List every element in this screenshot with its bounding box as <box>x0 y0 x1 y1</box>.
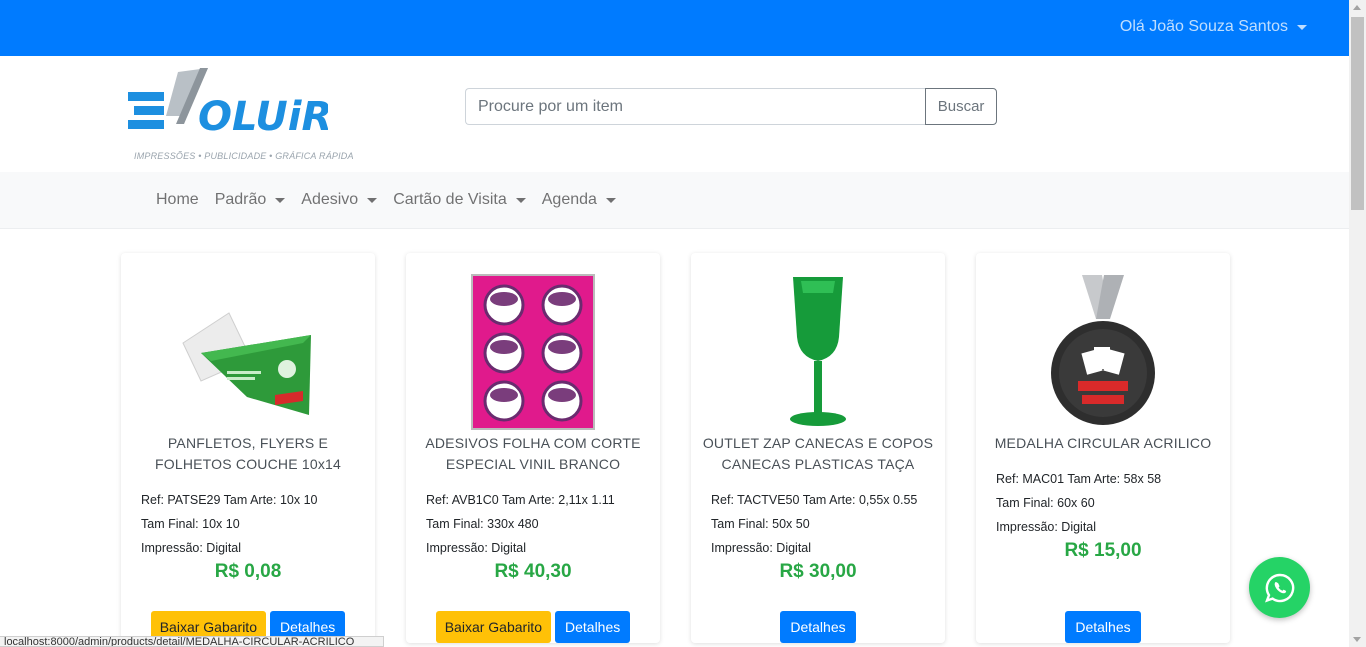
nav-agenda-label: Agenda <box>541 191 597 208</box>
product-final-size: Tam Final: 60x 60 <box>996 496 1095 510</box>
nav-item-adesivo[interactable]: Adesivo <box>301 191 378 209</box>
nav-padrao-label: Padrão <box>214 191 267 208</box>
medal-image[interactable] <box>1026 273 1180 431</box>
product-title[interactable]: OUTLET ZAP CANECAS E COPOS CANECAS PLAST… <box>701 433 935 475</box>
product-card: PANFLETOS, FLYERS E FOLHETOS COUCHE 10x1… <box>121 253 375 643</box>
product-card: OUTLET ZAP CANECAS E COPOS CANECAS PLAST… <box>691 253 945 643</box>
product-title[interactable]: PANFLETOS, FLYERS E FOLHETOS COUCHE 10x1… <box>131 433 365 475</box>
details-button[interactable]: Detalhes <box>1065 611 1141 643</box>
product-ref: Ref: MAC01 Tam Arte: 58x 58 <box>996 472 1162 486</box>
product-specs: Ref: PATSE29 Tam Arte: 10x 10 Tam Final:… <box>141 488 317 560</box>
product-title[interactable]: MEDALHA CIRCULAR ACRILICO <box>986 433 1220 454</box>
caret-down-icon <box>515 197 526 203</box>
nav-adesivo-label: Adesivo <box>301 191 359 208</box>
product-price: R$ 0,08 <box>214 561 282 582</box>
category-navbar: Home Padrão Adesivo Cartão de Visita Age… <box>0 172 1349 229</box>
product-card: ADESIVOS FOLHA COM CORTE ESPECIAL VINIL … <box>406 253 660 643</box>
download-template-button[interactable]: Baixar Gabarito <box>435 611 551 643</box>
product-price: R$ 15,00 <box>1064 540 1142 561</box>
sticker-sheet-image[interactable] <box>456 273 610 431</box>
scroll-thumb[interactable] <box>1351 17 1364 210</box>
product-actions: Detalhes <box>691 611 945 643</box>
user-menu-dropdown[interactable]: Olá João Souza Santos <box>1120 18 1307 36</box>
product-price: R$ 40,30 <box>494 561 572 582</box>
svg-text:OLUiR: OLUiR <box>198 94 328 140</box>
scroll-down-arrow-icon[interactable] <box>1353 637 1361 642</box>
product-specs: Ref: MAC01 Tam Arte: 58x 58 Tam Final: 6… <box>996 467 1161 539</box>
product-ref: Ref: AVB1C0 Tam Arte: 2,11x 1.11 <box>426 493 615 507</box>
product-ref: Ref: TACTVE50 Tam Arte: 0,55x 0.55 <box>711 493 918 507</box>
product-print-type: Impressão: Digital <box>141 541 242 555</box>
logo-tagline: IMPRESSÕES • PUBLICIDADE • GRÁFICA RÁPID… <box>134 151 354 161</box>
caret-down-icon <box>275 197 286 203</box>
whatsapp-button[interactable] <box>1249 557 1310 618</box>
product-title[interactable]: ADESIVOS FOLHA COM CORTE ESPECIAL VINIL … <box>416 433 650 475</box>
product-final-size: Tam Final: 330x 480 <box>426 517 539 531</box>
search-bar: Buscar <box>465 88 997 125</box>
product-ref: Ref: PATSE29 Tam Arte: 10x 10 <box>141 493 318 507</box>
product-print-type: Impressão: Digital <box>711 541 812 555</box>
product-actions: Baixar Gabarito Detalhes <box>406 611 660 643</box>
product-specs: Ref: TACTVE50 Tam Arte: 0,55x 0.55 Tam F… <box>711 488 917 560</box>
site-header: OLUiR IMPRESSÕES • PUBLICIDADE • GRÁFICA… <box>0 56 1349 172</box>
product-final-size: Tam Final: 50x 50 <box>711 517 810 531</box>
caret-down-icon <box>605 197 616 203</box>
top-navbar: Olá João Souza Santos <box>0 0 1349 56</box>
scroll-up-arrow-icon[interactable] <box>1353 5 1361 10</box>
user-greeting: Olá João Souza Santos <box>1119 18 1288 35</box>
search-button[interactable]: Buscar <box>925 88 997 125</box>
whatsapp-icon <box>1264 573 1294 602</box>
nav-item-cartao-de-visita[interactable]: Cartão de Visita <box>393 191 526 209</box>
nav-item-home[interactable]: Home <box>156 191 199 209</box>
details-button[interactable]: Detalhes <box>555 611 631 643</box>
details-button[interactable]: Detalhes <box>780 611 856 643</box>
caret-down-icon <box>367 197 378 203</box>
search-input[interactable] <box>465 88 926 125</box>
caret-down-icon <box>1297 24 1307 30</box>
nav-item-agenda[interactable]: Agenda <box>542 191 616 209</box>
product-final-size: Tam Final: 10x 10 <box>141 517 240 531</box>
product-print-type: Impressão: Digital <box>426 541 527 555</box>
browser-status-url: localhost:8000/admin/products/detail/MED… <box>0 636 384 647</box>
nav-item-padrao[interactable]: Padrão <box>215 191 286 209</box>
product-card: MEDALHA CIRCULAR ACRILICO Ref: MAC01 Tam… <box>976 253 1230 643</box>
wine-glass-image[interactable] <box>741 273 895 431</box>
product-price: R$ 30,00 <box>779 561 857 582</box>
product-specs: Ref: AVB1C0 Tam Arte: 2,11x 1.11 Tam Fin… <box>426 488 615 560</box>
flyer-product-image[interactable] <box>171 273 325 431</box>
nav-cartao-label: Cartão de Visita <box>393 191 507 208</box>
evoluir-logo[interactable]: OLUiR IMPRESSÕES • PUBLICIDADE • GRÁFICA… <box>124 64 354 168</box>
product-print-type: Impressão: Digital <box>996 520 1097 534</box>
product-actions: Detalhes <box>976 611 1230 643</box>
nav-home-label: Home <box>156 191 199 208</box>
page-scrollbar[interactable] <box>1349 0 1366 647</box>
